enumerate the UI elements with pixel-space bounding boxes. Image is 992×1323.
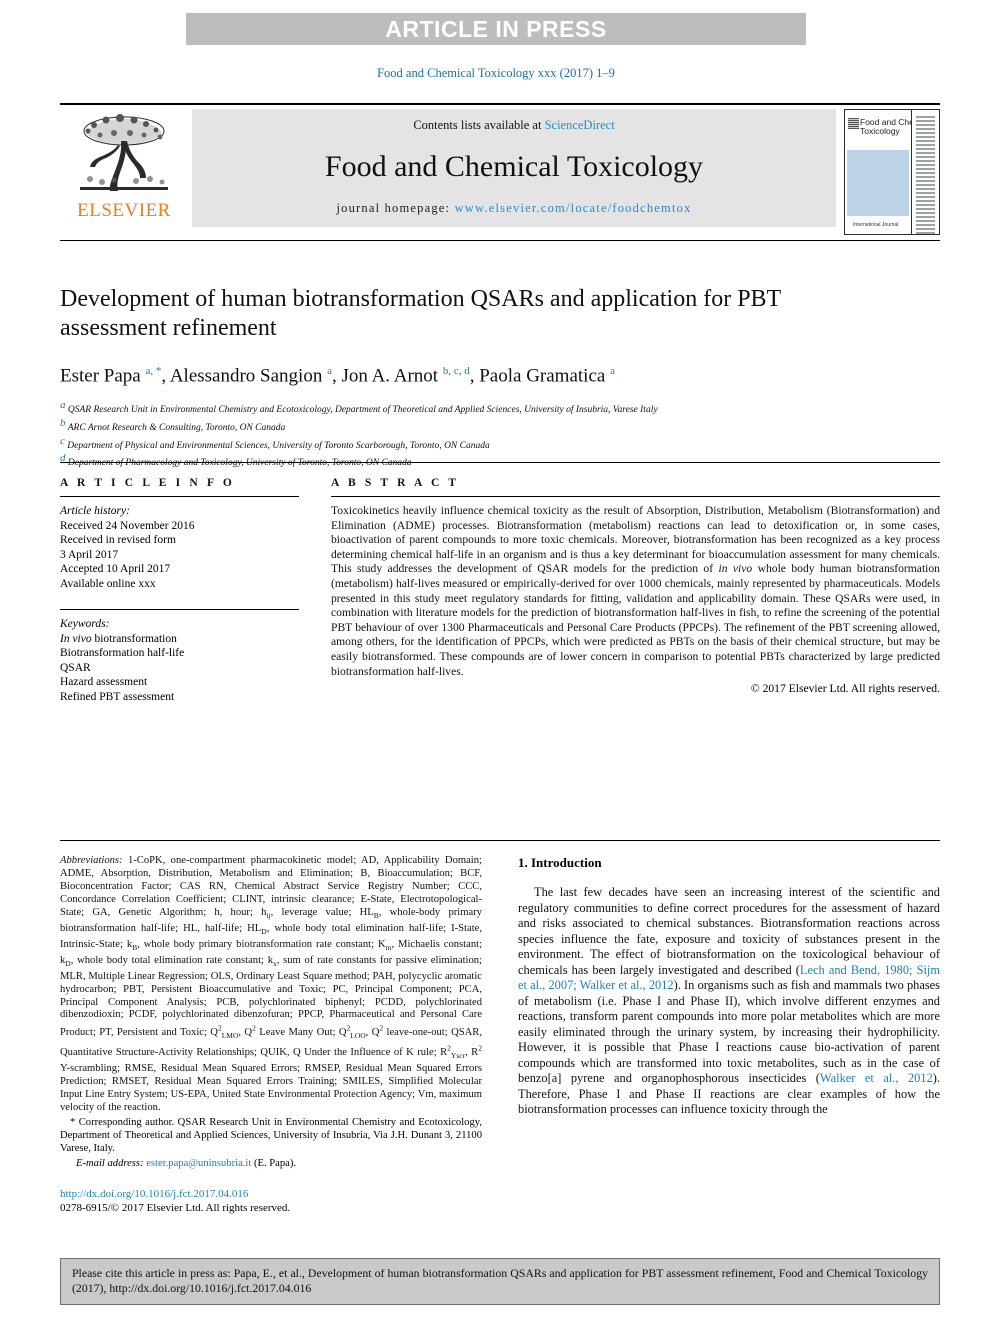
contents-available-line: Contents lists available at ScienceDirec… bbox=[413, 118, 614, 133]
cover-barcode-icon bbox=[848, 118, 859, 129]
article-history-label: Article history: bbox=[60, 505, 130, 517]
title-section: Development of human biotransformation Q… bbox=[60, 240, 940, 470]
abbreviations-text: 1-CoPK, one-compartment pharmacokinetic … bbox=[60, 855, 483, 1114]
issn-copyright-line: 0278-6915/© 2017 Elsevier Ltd. All right… bbox=[60, 1201, 291, 1214]
page-title: Development of human biotransformation Q… bbox=[60, 286, 781, 341]
article-page: ARTICLE IN PRESS Food and Chemical Toxic… bbox=[0, 0, 992, 1323]
email-link[interactable]: ester.papa@uninsubria.it bbox=[146, 1158, 251, 1169]
article-in-press-banner: ARTICLE IN PRESS bbox=[186, 13, 806, 45]
keywords-rule bbox=[60, 609, 299, 610]
article-info-heading: A R T I C L E I N F O bbox=[60, 477, 235, 489]
cite-this-article-box: Please cite this article in press as: Pa… bbox=[60, 1258, 940, 1305]
cover-color-band bbox=[847, 150, 909, 216]
abbreviations-block: Abbreviations: 1-CoPK, one-compartment p… bbox=[60, 855, 482, 1115]
history-received: Received 24 November 2016 bbox=[60, 519, 195, 532]
abstract-heading: A B S T R A C T bbox=[331, 477, 460, 489]
email-note: E-mail address: ester.papa@uninsubria.it… bbox=[60, 1158, 482, 1171]
article-in-press-label: ARTICLE IN PRESS bbox=[385, 15, 607, 42]
elsevier-tree-icon bbox=[74, 111, 174, 199]
article-info-rule bbox=[60, 496, 299, 497]
sciencedirect-link[interactable]: ScienceDirect bbox=[545, 118, 615, 132]
keyword-0: In vivo biotransformation bbox=[60, 632, 177, 645]
keywords-block: Keywords: In vivo biotransformation Biot… bbox=[60, 609, 299, 704]
abstract-copyright: © 2017 Elsevier Ltd. All rights reserved… bbox=[750, 682, 940, 696]
journal-homepage-line: journal homepage: www.elsevier.com/locat… bbox=[336, 201, 691, 216]
affiliation-a: a QSAR Research Unit in Environmental Ch… bbox=[60, 399, 658, 416]
doi-link[interactable]: http://dx.doi.org/10.1016/j.fct.2017.04.… bbox=[60, 1187, 482, 1201]
corresponding-author-note: * Corresponding author. QSAR Research Un… bbox=[60, 1117, 482, 1154]
affiliation-c-text: Department of Physical and Environmental… bbox=[67, 440, 490, 451]
intro-text-b: ). In organisms such as fish and mammals… bbox=[518, 978, 940, 1085]
contents-prefix: Contents lists available at bbox=[413, 118, 545, 132]
article-info-column: A R T I C L E I N F O Article history: R… bbox=[60, 477, 315, 704]
history-revised: Received in revised form bbox=[60, 534, 176, 546]
doi-block: http://dx.doi.org/10.1016/j.fct.2017.04.… bbox=[60, 1187, 482, 1215]
homepage-prefix: journal homepage: bbox=[336, 201, 455, 215]
keyword-2: QSAR bbox=[60, 661, 91, 674]
cover-footer-label: International Journal bbox=[853, 222, 899, 228]
affiliation-list: a QSAR Research Unit in Environmental Ch… bbox=[60, 399, 940, 470]
citation-link-2[interactable]: Walker et al., 2012 bbox=[820, 1071, 933, 1085]
abbreviations-label: Abbreviations: bbox=[60, 855, 123, 866]
history-online: Available online xxx bbox=[60, 577, 156, 590]
affiliation-b: b ARC Arnot Research & Consulting, Toron… bbox=[60, 416, 286, 434]
abstract-text: Toxicokinetics heavily influence chemica… bbox=[331, 504, 940, 678]
journal-cover-thumbnail: Food and Chemical Toxicology Internation… bbox=[844, 109, 940, 235]
journal-homepage-link[interactable]: www.elsevier.com/locate/foodchemtox bbox=[455, 201, 692, 215]
history-accepted: Accepted 10 April 2017 bbox=[60, 563, 171, 575]
keyword-4: Refined PBT assessment bbox=[60, 690, 175, 703]
keyword-3: Hazard assessment bbox=[60, 676, 148, 688]
affiliation-c: c Department of Physical and Environment… bbox=[60, 434, 490, 451]
introduction-heading: 1. Introduction bbox=[518, 855, 602, 870]
history-revised-date: 3 April 2017 bbox=[60, 548, 119, 561]
cover-right-panel bbox=[910, 110, 939, 234]
introduction-paragraph: The last few decades have seen an increa… bbox=[518, 885, 940, 1118]
keywords-label: Keywords: bbox=[60, 618, 110, 630]
elsevier-wordmark: ELSEVIER bbox=[77, 200, 171, 221]
running-head: Food and Chemical Toxicology xxx (2017) … bbox=[377, 66, 615, 80]
affiliation-a-text: QSAR Research Unit in Environmental Chem… bbox=[67, 405, 658, 416]
journal-masthead: ELSEVIER Contents lists available at Sci… bbox=[60, 103, 940, 235]
email-label: E-mail address: bbox=[76, 1157, 144, 1169]
author-list: Ester Papa a, *, Alessandro Sangion a, J… bbox=[60, 365, 615, 387]
cover-text-lines bbox=[914, 116, 937, 234]
journal-title: Food and Chemical Toxicology bbox=[324, 150, 704, 183]
affiliation-b-text: ARC Arnot Research & Consulting, Toronto… bbox=[67, 423, 286, 434]
cite-this-article-text: Please cite this article in press as: Pa… bbox=[72, 1266, 928, 1295]
abstract-column: A B S T R A C T Toxicokinetics heavily i… bbox=[315, 477, 940, 704]
journal-banner: Contents lists available at ScienceDirec… bbox=[192, 109, 836, 227]
keyword-1: Biotransformation half-life bbox=[60, 647, 185, 659]
email-owner: (E. Papa). bbox=[253, 1157, 297, 1169]
elsevier-logo-block: ELSEVIER bbox=[60, 109, 188, 235]
body-columns: Abbreviations: 1-CoPK, one-compartment p… bbox=[60, 840, 940, 1215]
introduction-column: 1. Introduction The last few decades hav… bbox=[518, 855, 940, 1215]
abstract-rule bbox=[331, 496, 940, 497]
footnotes-column: Abbreviations: 1-CoPK, one-compartment p… bbox=[60, 855, 482, 1215]
info-abstract-section: A R T I C L E I N F O Article history: R… bbox=[60, 462, 940, 704]
